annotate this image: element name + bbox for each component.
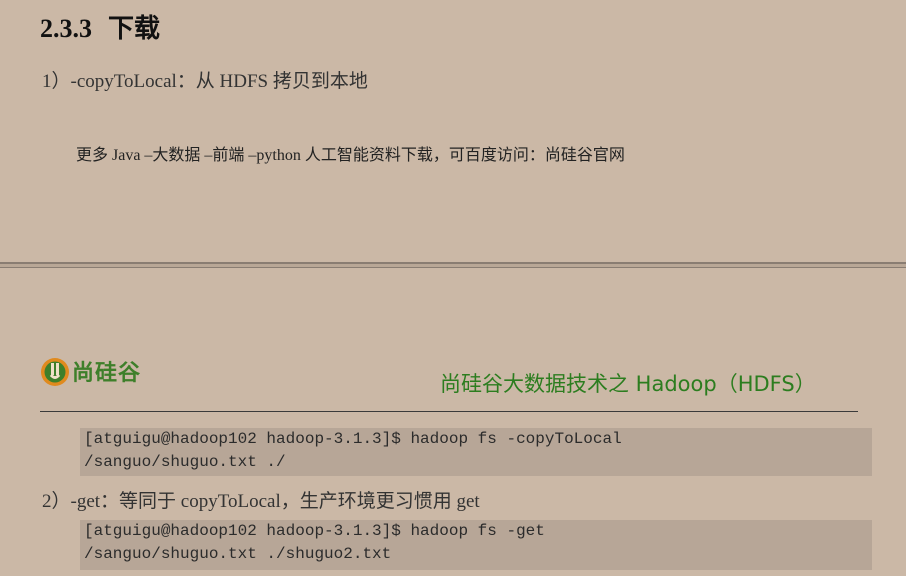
header-divider (40, 411, 858, 412)
code-line: [atguigu@hadoop102 hadoop-3.1.3]$ hadoop… (84, 522, 545, 540)
section-number: 2.3.3 (40, 14, 92, 43)
logo-mark-icon (41, 358, 69, 386)
promo-text: 更多 Java –大数据 –前端 –python 人工智能资料下载，可百度访问：… (76, 147, 625, 164)
logo-text: 尚硅谷 (72, 361, 142, 386)
code-block-copytolocal: [atguigu@hadoop102 hadoop-3.1.3]$ hadoop… (80, 428, 872, 476)
section-heading: 2.3.3 下载 (40, 8, 160, 45)
list-item-copytolocal: 1）-copyToLocal：从 HDFS 拷贝到本地 (42, 71, 368, 92)
code-line: /sanguo/shuguo.txt ./ (84, 453, 286, 471)
list-item-get: 2）-get：等同于 copyToLocal，生产环境更习惯用 get (42, 491, 480, 512)
section-title: 下载 (108, 14, 161, 43)
brand-logo: 尚硅谷 (40, 350, 141, 392)
page-header-title: 尚硅谷大数据技术之 Hadoop（HDFS） (440, 372, 816, 396)
code-block-get: [atguigu@hadoop102 hadoop-3.1.3]$ hadoop… (80, 520, 872, 570)
code-line: [atguigu@hadoop102 hadoop-3.1.3]$ hadoop… (84, 430, 622, 448)
code-line: /sanguo/shuguo.txt ./shuguo2.txt (84, 545, 392, 563)
page-separator (0, 262, 906, 268)
